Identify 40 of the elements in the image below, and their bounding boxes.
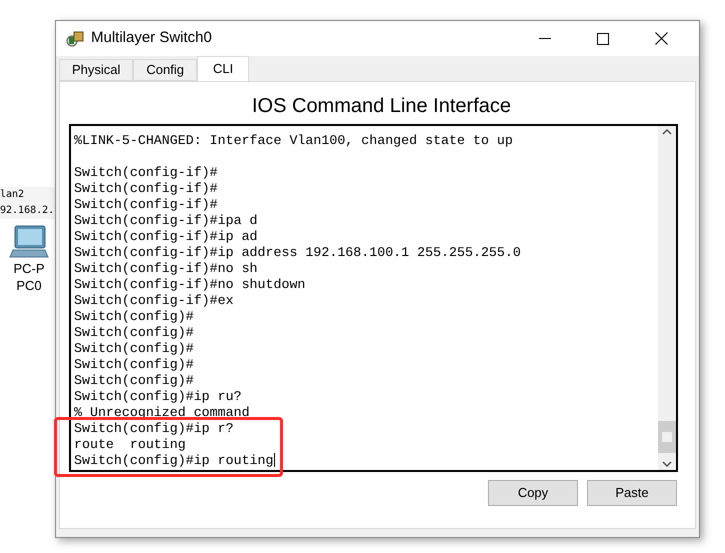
scrollbar-thumb[interactable] [658,421,676,453]
tab[interactable]: Config [133,59,197,81]
maximize-icon [597,32,609,44]
terminal-line: Switch(config-if)# [74,165,219,181]
terminal-line: %LINK-5-CHANGED: Interface Vlan100, changed state to up [74,133,514,149]
tab[interactable]: Physical [59,59,134,81]
terminal-line: Switch(config-if)# [74,181,219,197]
terminal-line: % Unrecognized command [74,405,251,421]
terminal-line: Switch(config)#ip ru? [74,389,243,405]
scrollbar[interactable] [658,126,676,470]
terminal-line: Switch(config-if)# [74,197,219,213]
terminal-line: route routing [74,437,187,453]
close-icon [654,32,668,45]
device-label: PC0 [16,277,42,294]
terminal-line: Switch(config)# [74,373,195,389]
tab[interactable]: CLI [197,56,250,81]
terminal-line: Switch(config-if)#ip ad [74,229,259,245]
switch-icon [65,28,85,48]
terminal-line: Switch(config-if)#ip address 192.168.100.1 255.255.255.0 [74,245,522,261]
terminal-line: Switch(config-if)#ipa d [74,213,259,229]
terminal-line: Switch(config-if)#no sh [74,261,259,277]
terminal-line: Switch(config)#ip routing [74,453,276,469]
chevron-down-icon[interactable] [662,461,672,467]
minimize-icon [539,38,551,40]
window-title: Multilayer Switch0 [91,28,212,48]
terminal-line: Switch(config)# [74,325,195,341]
canvas-label: 92.168.2. [0,204,55,218]
terminal-line: Switch(config)#ip r? [74,421,235,437]
canvas-label: lan2 [0,188,26,202]
action-button[interactable]: Copy [488,480,578,506]
computer-icon[interactable] [9,224,49,260]
terminal-line: Switch(config)# [74,357,195,373]
terminal-line: Switch(config)# [74,309,195,325]
chevron-up-icon[interactable] [662,129,672,135]
terminal-line: Switch(config-if)#ex [74,293,235,309]
action-button[interactable]: Paste [587,480,677,506]
terminal-line: Switch(config-if)#no shutdown [74,277,306,293]
panel-heading: IOS Command Line Interface [250,94,512,118]
device-label: PC-P [13,260,45,277]
terminal-line: Switch(config)# [74,341,195,357]
